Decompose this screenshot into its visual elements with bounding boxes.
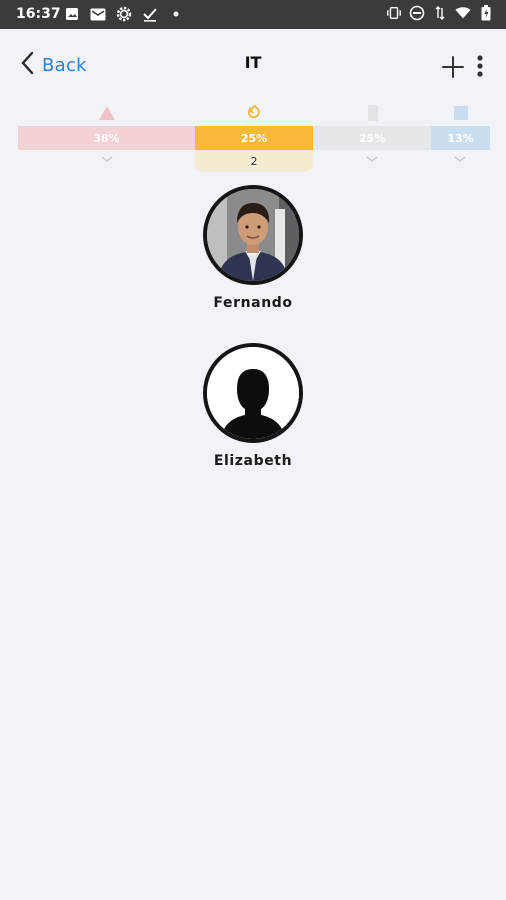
plus-icon bbox=[442, 56, 464, 78]
image-icon bbox=[64, 6, 80, 22]
square-icon bbox=[452, 104, 470, 122]
back-label: Back bbox=[42, 54, 87, 76]
distribution-segment[interactable]: 13% bbox=[431, 126, 490, 150]
more-options-button[interactable] bbox=[472, 53, 488, 79]
wifi-icon bbox=[455, 5, 471, 21]
chevron-down-icon[interactable] bbox=[453, 154, 467, 164]
photo-avatar bbox=[203, 185, 303, 285]
chevron-down-icon[interactable] bbox=[100, 154, 114, 164]
segment-percentage: 38% bbox=[93, 131, 120, 145]
notification-icons bbox=[64, 6, 184, 22]
data-icon bbox=[432, 5, 448, 21]
selected-count: 2 bbox=[195, 150, 313, 172]
dot-icon bbox=[168, 6, 184, 22]
chevron-left-icon bbox=[20, 51, 34, 79]
distribution-segment-selected[interactable]: 25% bbox=[195, 126, 313, 150]
member-item[interactable]: Fernando bbox=[153, 185, 353, 311]
system-icons bbox=[386, 5, 494, 21]
flame-icon bbox=[245, 104, 263, 122]
more-vertical-icon bbox=[477, 55, 483, 77]
do-not-disturb-icon bbox=[409, 5, 425, 21]
member-name: Fernando bbox=[213, 295, 293, 311]
status-bar: 16:37 bbox=[0, 0, 506, 29]
vibrate-icon bbox=[386, 5, 402, 21]
member-name: Elizabeth bbox=[213, 453, 293, 469]
back-button[interactable]: Back bbox=[20, 50, 87, 80]
distribution-segment[interactable]: 38% bbox=[18, 126, 195, 150]
battery-icon bbox=[478, 5, 494, 21]
member-item[interactable]: Elizabeth bbox=[153, 343, 353, 469]
chevron-down-icon[interactable] bbox=[365, 154, 379, 164]
rectangle-icon bbox=[364, 104, 382, 122]
count-value: 2 bbox=[250, 154, 258, 168]
silhouette-avatar bbox=[203, 343, 303, 443]
segment-percentage: 25% bbox=[358, 131, 386, 145]
settings-icon bbox=[116, 6, 132, 22]
segment-percentage: 13% bbox=[447, 131, 474, 145]
status-time: 16:37 bbox=[16, 6, 61, 22]
segment-percentage: 25% bbox=[240, 131, 268, 145]
page-title: IT bbox=[244, 53, 262, 72]
distribution-segment[interactable]: 25% bbox=[313, 126, 431, 150]
triangle-icon bbox=[98, 104, 116, 122]
add-button[interactable] bbox=[440, 54, 466, 80]
check-icon bbox=[142, 6, 158, 22]
mail-icon bbox=[90, 6, 106, 22]
